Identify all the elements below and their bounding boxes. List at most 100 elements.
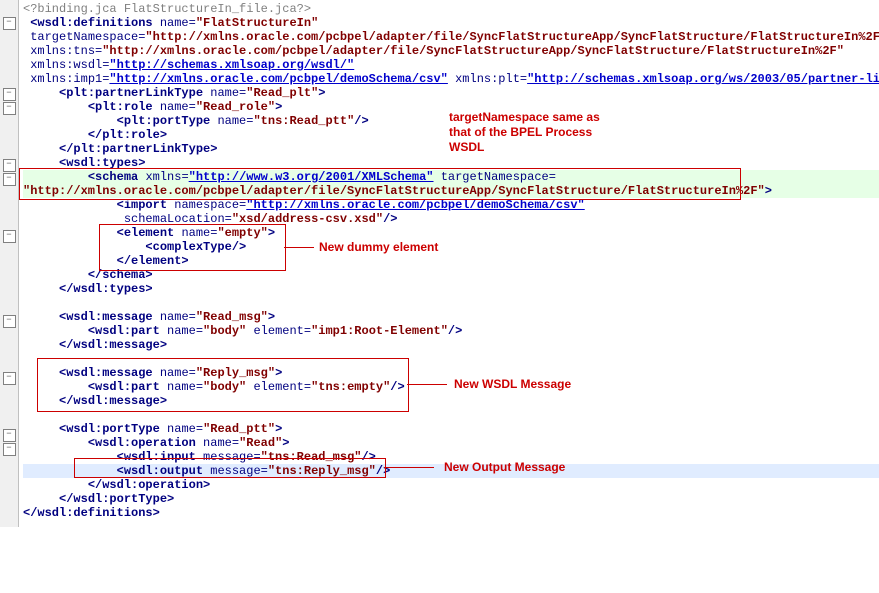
attr: name=: [167, 380, 203, 394]
tag: <import: [117, 198, 167, 212]
tag: <element: [117, 226, 175, 240]
tag-close: </plt:role>: [88, 128, 167, 142]
tag: <plt:partnerLinkType: [59, 86, 203, 100]
attr-val: "tns:Read_ptt": [253, 114, 354, 128]
tag-close: />: [390, 380, 404, 394]
tag-close: </wsdl:message>: [59, 394, 167, 408]
fold-toggle[interactable]: −: [3, 443, 16, 456]
tag: <complexType/>: [145, 240, 246, 254]
code-area[interactable]: <?binding.jca FlatStructureIn_file.jca?>…: [19, 0, 879, 527]
fold-toggle[interactable]: −: [3, 173, 16, 186]
tag-close: />: [448, 324, 462, 338]
tag-close: </wsdl:types>: [59, 282, 153, 296]
tag-close: </wsdl:message>: [59, 338, 167, 352]
attr-val: "xsd/address-csv.xsd": [232, 212, 383, 226]
attr-val: "Read_role": [196, 100, 275, 114]
attr-val: "Read_ptt": [203, 422, 275, 436]
attr-val: "Reply_msg": [196, 366, 275, 380]
tag: <wsdl:part: [88, 380, 160, 394]
attr: name=: [210, 86, 246, 100]
attr-val: "body": [203, 380, 246, 394]
tag: <wsdl:input: [117, 450, 196, 464]
tag-close: >: [275, 422, 282, 436]
attr-val: "Read": [239, 436, 282, 450]
tag-close: />: [383, 212, 397, 226]
tag-close: >: [268, 226, 275, 240]
attr: name=: [217, 114, 253, 128]
attr-val: "http://xmlns.oracle.com/pcbpel/adapter/…: [23, 184, 765, 198]
tag: <wsdl:message: [59, 366, 153, 380]
tag-close: >: [275, 100, 282, 114]
tag: <wsdl:portType: [59, 422, 160, 436]
attr: name=: [181, 226, 217, 240]
attr-val: "tns:Reply_msg": [268, 464, 376, 478]
fold-toggle[interactable]: −: [3, 315, 16, 328]
attr-val: "Read_msg": [196, 310, 268, 324]
attr: name=: [160, 366, 196, 380]
attr: xmlns:wsdl=: [30, 58, 109, 72]
tag: <wsdl:types>: [59, 156, 145, 170]
attr-val: "http://www.w3.org/2001/XMLSchema": [189, 170, 434, 184]
attr: element=: [253, 380, 311, 394]
attr-val: "http://schemas.xmlsoap.org/ws/2003/05/p…: [527, 72, 879, 86]
tag-close: >: [282, 436, 289, 450]
tag: <schema: [88, 170, 138, 184]
attr: name=: [160, 310, 196, 324]
attr-val: "imp1:Root-Element": [311, 324, 448, 338]
tag: <wsdl:output: [117, 464, 203, 478]
attr: name=: [167, 422, 203, 436]
attr: xmlns:plt=: [455, 72, 527, 86]
attr: schemaLocation=: [124, 212, 232, 226]
tag: <wsdl:part: [88, 324, 160, 338]
attr-val: "http://xmlns.oracle.com/pcbpel/demoSche…: [109, 72, 447, 86]
attr-val: "tns:Read_msg": [261, 450, 362, 464]
tag-close: </wsdl:operation>: [88, 478, 210, 492]
processing-instruction: <?binding.jca FlatStructureIn_file.jca?>: [23, 2, 311, 16]
tag-close: />: [354, 114, 368, 128]
attr-val: "tns:empty": [311, 380, 390, 394]
fold-toggle[interactable]: −: [3, 159, 16, 172]
tag: <plt:role: [88, 100, 153, 114]
attr: name=: [160, 16, 196, 30]
attr: xmlns:imp1=: [30, 72, 109, 86]
fold-gutter: − − − − − − − − − −: [0, 0, 19, 527]
tag-close: </element>: [117, 254, 189, 268]
tag-close: >: [275, 366, 282, 380]
attr: name=: [167, 324, 203, 338]
tag-close: >: [765, 184, 772, 198]
tag-close: </schema>: [88, 268, 153, 282]
fold-toggle[interactable]: −: [3, 372, 16, 385]
attr: xmlns=: [145, 170, 188, 184]
attr: name=: [160, 100, 196, 114]
fold-toggle[interactable]: −: [3, 102, 16, 115]
attr: message=: [203, 450, 261, 464]
attr: targetNamespace=: [30, 30, 145, 44]
tag-close: </plt:partnerLinkType>: [59, 142, 217, 156]
attr: element=: [253, 324, 311, 338]
attr-val: "http://schemas.xmlsoap.org/wsdl/": [109, 58, 354, 72]
fold-toggle[interactable]: −: [3, 88, 16, 101]
fold-toggle[interactable]: −: [3, 17, 16, 30]
attr-val: "body": [203, 324, 246, 338]
tag-close: </wsdl:definitions>: [23, 506, 160, 520]
attr: namespace=: [174, 198, 246, 212]
tag-close: />: [376, 464, 390, 478]
tag-close: />: [361, 450, 375, 464]
attr-val: "Read_plt": [246, 86, 318, 100]
attr: xmlns:tns=: [30, 44, 102, 58]
code-editor: − − − − − − − − − − <?: [0, 0, 879, 527]
attr-val: "http://xmlns.oracle.com/pcbpel/adapter/…: [145, 30, 879, 44]
attr-val: "empty": [217, 226, 267, 240]
attr-val: "http://xmlns.oracle.com/pcbpel/demoSche…: [246, 198, 584, 212]
fold-toggle[interactable]: −: [3, 230, 16, 243]
tag-close: >: [268, 310, 275, 324]
attr-val: "FlatStructureIn": [196, 16, 318, 30]
attr-val: "http://xmlns.oracle.com/pcbpel/adapter/…: [102, 44, 844, 58]
attr: name=: [203, 436, 239, 450]
tag: <plt:portType: [117, 114, 211, 128]
fold-toggle[interactable]: −: [3, 429, 16, 442]
tag-close: >: [318, 86, 325, 100]
tag-close: </wsdl:portType>: [59, 492, 174, 506]
tag-open: <wsdl:definitions: [30, 16, 152, 30]
attr: message=: [210, 464, 268, 478]
